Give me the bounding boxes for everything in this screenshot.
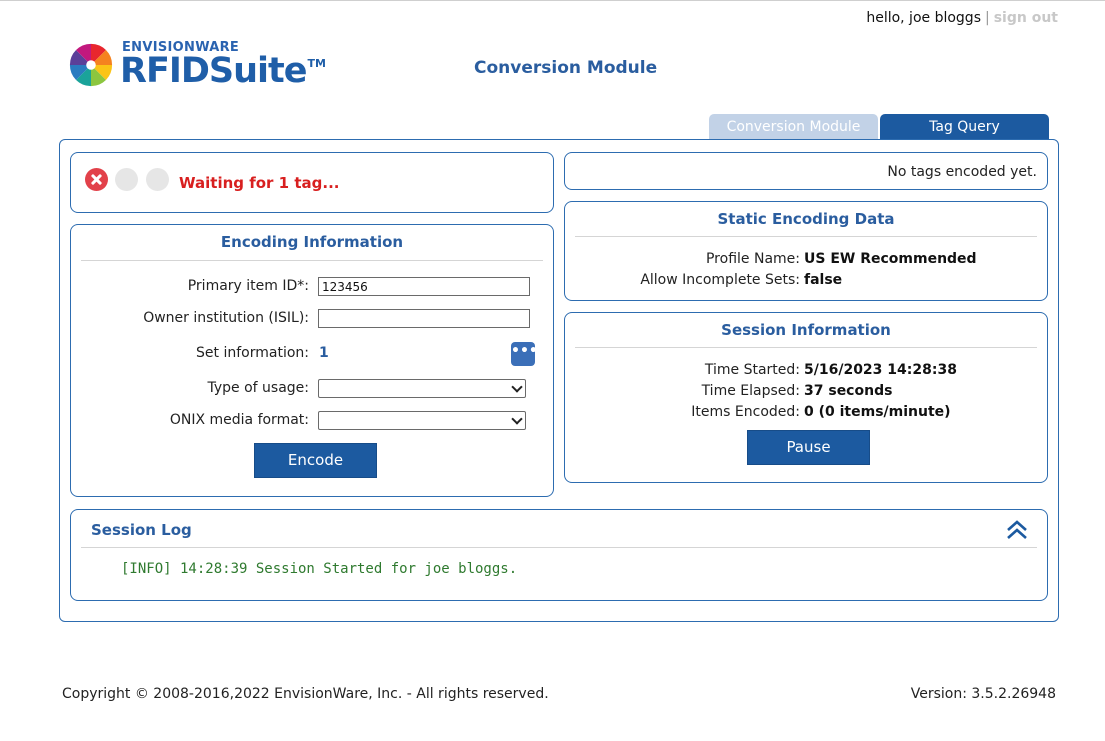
onix-media-format-select[interactable] — [318, 411, 526, 430]
log-entry: [INFO] 14:28:39 Session Started for joe … — [121, 561, 518, 577]
encoding-information-panel: Encoding Information Primary item ID*: O… — [70, 224, 554, 497]
double-chevron-up-icon[interactable] — [1005, 518, 1029, 542]
items-encoded-label: Items Encoded: — [691, 404, 800, 420]
logo-brand-big: RFIDSuiteTM — [120, 51, 326, 91]
chevron-down-icon — [511, 381, 523, 393]
error-light-icon — [85, 168, 108, 191]
sign-out-link[interactable]: sign out — [994, 10, 1058, 26]
panel-divider — [575, 236, 1037, 237]
footer-copyright: Copyright © 2008-2016,2022 EnvisionWare,… — [62, 686, 549, 702]
primary-item-id-input[interactable] — [318, 277, 530, 296]
page-title: Conversion Module — [474, 58, 658, 78]
time-elapsed-label: Time Elapsed: — [701, 383, 800, 399]
user-bar-separator: | — [985, 10, 990, 26]
onix-media-format-label: ONIX media format: — [169, 412, 309, 428]
tags-status-panel: No tags encoded yet. — [564, 152, 1048, 190]
set-information-label: Set information: — [196, 345, 309, 361]
session-log-title: Session Log — [91, 521, 192, 539]
owner-institution-label: Owner institution (ISIL): — [143, 310, 309, 326]
owner-institution-input[interactable] — [318, 309, 530, 328]
panel-divider — [81, 547, 1037, 548]
time-started-value: 5/16/2023 14:28:38 — [804, 362, 957, 378]
set-information-value: 1 — [319, 345, 329, 361]
user-greeting: hello, joe bloggs — [866, 10, 981, 26]
status-light-icon — [115, 168, 138, 191]
allow-incomplete-sets-value: false — [804, 272, 843, 288]
set-information-more-button[interactable]: ••• — [511, 342, 538, 366]
pinwheel-logo-icon — [69, 43, 113, 87]
session-information-title: Session Information — [721, 321, 891, 339]
profile-name-label: Profile Name: — [705, 251, 800, 267]
panel-divider — [81, 260, 543, 261]
status-message: Waiting for 1 tag... — [179, 174, 340, 192]
tab-conversion-module[interactable]: Conversion Module — [709, 114, 878, 140]
time-elapsed-value: 37 seconds — [804, 383, 893, 399]
chevron-down-icon — [511, 413, 523, 425]
rfidsuite-logo: ENVISIONWARE RFIDSuiteTM — [68, 40, 328, 100]
encode-button[interactable]: Encode — [254, 443, 377, 478]
logo-trademark: TM — [307, 57, 326, 70]
tab-tag-query[interactable]: Tag Query — [880, 114, 1049, 140]
session-information-panel: Session Information Time Started: 5/16/2… — [564, 312, 1048, 483]
type-of-usage-select[interactable] — [318, 379, 526, 398]
status-light-icon — [146, 168, 169, 191]
panel-divider — [575, 347, 1037, 348]
allow-incomplete-sets-label: Allow Incomplete Sets: — [640, 272, 800, 288]
top-divider — [0, 0, 1105, 1]
profile-name-value: US EW Recommended — [804, 251, 977, 267]
pause-button[interactable]: Pause — [747, 430, 870, 465]
primary-item-id-label: Primary item ID*: — [187, 278, 309, 294]
user-bar: hello, joe bloggs | sign out — [866, 10, 1058, 26]
session-log-panel: Session Log [INFO] 14:28:39 Session Star… — [70, 509, 1048, 601]
footer-version: Version: 3.5.2.26948 — [910, 686, 1056, 702]
type-of-usage-label: Type of usage: — [207, 380, 309, 396]
tags-status-message: No tags encoded yet. — [887, 164, 1037, 180]
encoding-information-title: Encoding Information — [220, 233, 404, 251]
status-panel: Waiting for 1 tag... — [70, 152, 554, 213]
items-encoded-value: 0 (0 items/minute) — [804, 404, 951, 420]
time-started-label: Time Started: — [704, 362, 800, 378]
static-encoding-data-title: Static Encoding Data — [717, 210, 895, 228]
logo-brand-name: RFIDSuite — [120, 51, 308, 91]
static-encoding-data-panel: Static Encoding Data Profile Name: US EW… — [564, 201, 1048, 301]
